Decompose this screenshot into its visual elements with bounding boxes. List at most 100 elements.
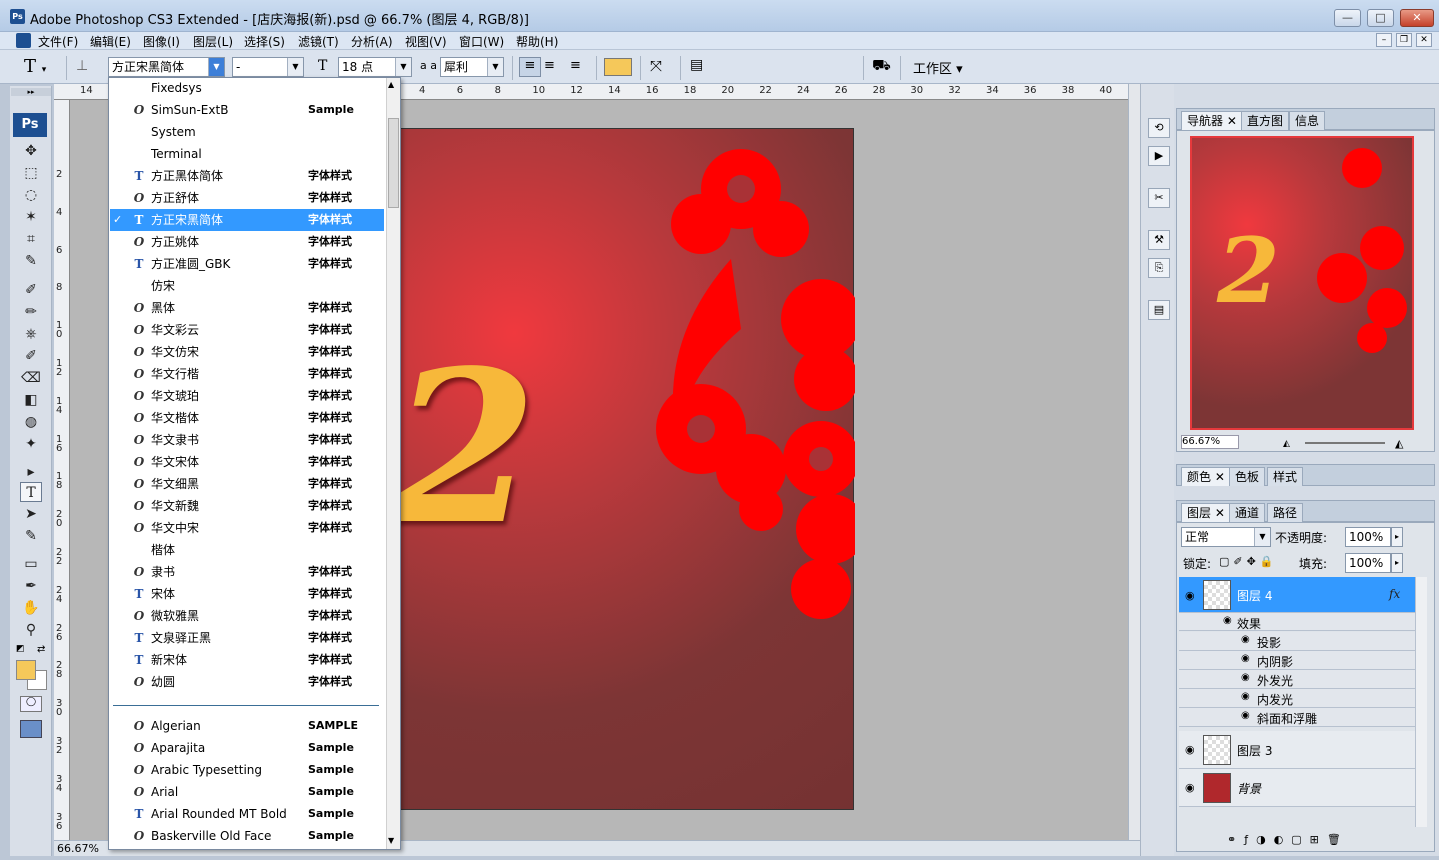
layer-row-background[interactable]: ◉ 背景 <box>1179 769 1415 807</box>
tab-color[interactable]: 颜色 ✕ <box>1181 467 1231 486</box>
tab-info[interactable]: 信息 <box>1289 111 1326 130</box>
font-list-scroll-thumb[interactable] <box>388 118 399 208</box>
lasso-tool-icon[interactable]: ◌ <box>20 185 42 205</box>
type-tool-icon[interactable]: T <box>20 482 42 502</box>
status-zoom[interactable]: 66.67% <box>57 842 99 855</box>
zoom-in-icon[interactable]: ◭ <box>1395 437 1403 450</box>
navigator-thumbnail[interactable]: 2 <box>1190 136 1414 430</box>
tab-layers[interactable]: 图层 ✕ <box>1181 503 1231 522</box>
paint-bucket-icon[interactable]: ◧ <box>20 390 42 410</box>
warp-text-icon[interactable]: ⤧ <box>650 57 662 75</box>
character-panel-icon[interactable]: ▤ <box>690 57 703 73</box>
eraser-tool-icon[interactable]: ⌫ <box>20 368 42 388</box>
menu-image[interactable]: 图像(I) <box>143 33 180 50</box>
font-list-item[interactable]: O Arabic Typesetting Sample <box>110 759 384 781</box>
font-list-item[interactable]: O 华文新魏 字体样式 <box>110 495 384 517</box>
eye-icon[interactable]: ◉ <box>1185 743 1195 756</box>
vertical-scrollbar[interactable] <box>1128 84 1140 840</box>
direct-selection-icon[interactable]: ➤ <box>20 504 42 524</box>
font-list-item[interactable]: O 华文中宋 字体样式 <box>110 517 384 539</box>
eyedropper-icon[interactable]: ✒ <box>20 576 42 596</box>
magic-wand-icon[interactable]: ✶ <box>20 207 42 227</box>
eye-icon[interactable]: ◉ <box>1241 710 1250 721</box>
quick-mask-icon[interactable]: ◯ <box>20 696 42 712</box>
blur-tool-icon[interactable]: ◍ <box>20 412 42 432</box>
font-list-item[interactable]: O 华文宋体 字体样式 <box>110 451 384 473</box>
eye-icon[interactable]: ◉ <box>1241 691 1250 702</box>
effect-row[interactable]: ◉ 内发光 <box>1179 689 1415 708</box>
font-list-item[interactable]: Terminal <box>110 143 384 165</box>
font-list-item[interactable]: O SimSun-ExtB Sample <box>110 99 384 121</box>
font-list-item[interactable]: O 隶书 字体样式 <box>110 561 384 583</box>
custom-shape-icon[interactable]: ✎ <box>20 526 42 546</box>
layers-scrollbar[interactable] <box>1415 577 1427 827</box>
lock-icons[interactable]: ▢✐✥🔒 <box>1219 555 1278 568</box>
screen-mode-icon[interactable] <box>20 720 42 738</box>
doc-minimize-button[interactable]: – <box>1376 33 1392 47</box>
font-style-select[interactable]: - ▼ <box>232 57 304 77</box>
opacity-input[interactable]: 100% <box>1345 527 1391 547</box>
font-list-item[interactable]: O 方正舒体 字体样式 <box>110 187 384 209</box>
navigator-zoom-input[interactable]: 66.67% <box>1181 435 1239 449</box>
opacity-slider-button[interactable]: ▸ <box>1391 527 1403 547</box>
layer-row-3[interactable]: ◉ 图层 3 <box>1179 731 1415 769</box>
layer-name[interactable]: 背景 <box>1237 780 1261 797</box>
blend-mode-select[interactable]: 正常 ▼ <box>1181 527 1271 547</box>
font-dropdown-list[interactable]: Fixedsys O SimSun-ExtB Sample System Terminal… <box>108 77 401 850</box>
swap-colors-icon[interactable]: ⇄ <box>37 644 45 655</box>
layer-name[interactable]: 图层 4 <box>1237 587 1272 604</box>
fx-icon[interactable]: fx <box>1389 587 1400 601</box>
doc-restore-button[interactable]: ❐ <box>1396 33 1412 47</box>
marquee-tool-icon[interactable]: ⬚ <box>20 163 42 183</box>
slice-tool-icon[interactable]: ✎ <box>20 251 42 271</box>
close-button[interactable]: ✕ <box>1400 9 1434 27</box>
font-list-item[interactable]: T 新宋体 字体样式 <box>110 649 384 671</box>
default-colors-icon[interactable]: ◩ <box>16 644 25 654</box>
document-canvas[interactable]: 2 <box>391 128 855 810</box>
font-list-item[interactable]: O 华文彩云 字体样式 <box>110 319 384 341</box>
font-list-item[interactable]: System <box>110 121 384 143</box>
navigator-zoom-slider[interactable] <box>1305 442 1385 444</box>
minimize-button[interactable]: — <box>1334 9 1361 27</box>
history-panel-icon[interactable]: ⟲ <box>1148 118 1170 138</box>
tab-styles[interactable]: 样式 <box>1267 467 1304 486</box>
zoom-out-icon[interactable]: ◭ <box>1283 439 1290 449</box>
hand-tool-icon[interactable]: ✋ <box>20 598 42 618</box>
font-list-item[interactable]: O 黑体 字体样式 <box>110 297 384 319</box>
notes-tool-icon[interactable]: ▭ <box>20 554 42 574</box>
effect-row[interactable]: ◉ 投影 <box>1179 632 1415 651</box>
font-family-select[interactable]: 方正宋黑简体 ▼ <box>108 57 225 77</box>
font-list-item[interactable]: O Arial Sample <box>110 781 384 803</box>
align-center-button[interactable]: ≡ <box>544 58 555 73</box>
layer-comps-icon[interactable]: ▤ <box>1148 300 1170 320</box>
clone-stamp-icon[interactable]: ⎈ <box>20 324 42 344</box>
menu-view[interactable]: 视图(V) <box>405 33 447 50</box>
maximize-button[interactable]: □ <box>1367 9 1394 27</box>
font-list-item[interactable]: O Aparajita Sample <box>110 737 384 759</box>
font-list-item[interactable]: T 宋体 字体样式 <box>110 583 384 605</box>
path-selection-icon[interactable]: ▸ <box>20 462 42 482</box>
font-list-item[interactable]: 楷体 <box>110 539 384 561</box>
workspace-menu[interactable]: 工作区 ▾ <box>913 58 963 77</box>
menu-edit[interactable]: 编辑(E) <box>90 33 131 50</box>
effect-row[interactable]: ◉ 内阴影 <box>1179 651 1415 670</box>
font-list-item[interactable]: 仿宋 <box>110 275 384 297</box>
clone-source-icon[interactable]: ⎘ <box>1148 258 1170 278</box>
eye-icon[interactable]: ◉ <box>1223 615 1232 626</box>
font-list-item[interactable]: T 方正黑体简体 字体样式 <box>110 165 384 187</box>
menu-layer[interactable]: 图层(L) <box>193 33 233 50</box>
effect-row[interactable]: ◉ 外发光 <box>1179 670 1415 689</box>
eye-icon[interactable]: ◉ <box>1241 634 1250 645</box>
layer-row-4[interactable]: ◉ 图层 4 fx <box>1179 577 1415 613</box>
menu-analysis[interactable]: 分析(A) <box>351 33 393 50</box>
foreground-color-swatch[interactable] <box>16 660 36 680</box>
tab-paths[interactable]: 路径 <box>1267 503 1304 522</box>
font-list-item[interactable]: T 文泉驿正黑 字体样式 <box>110 627 384 649</box>
font-list-item[interactable]: O 华文行楷 字体样式 <box>110 363 384 385</box>
doc-close-button[interactable]: ✕ <box>1416 33 1432 47</box>
align-right-button[interactable]: ≡ <box>570 58 581 73</box>
effects-row[interactable]: ◉ 效果 <box>1179 613 1415 631</box>
effect-row[interactable]: ◉ 斜面和浮雕 <box>1179 708 1415 727</box>
history-brush-icon[interactable]: ✐ <box>20 346 42 366</box>
bridge-icon[interactable]: ⛟ <box>872 56 891 76</box>
